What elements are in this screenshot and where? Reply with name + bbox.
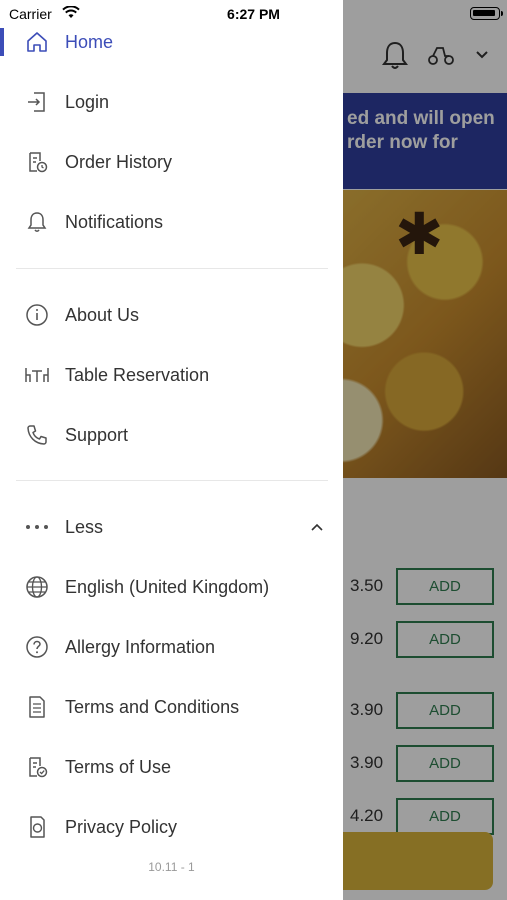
battery-icon <box>470 7 503 20</box>
terms-icon <box>24 754 50 780</box>
menu-item-label: Table Reservation <box>65 364 210 385</box>
status-bar: Carrier 6:27 PM <box>0 0 507 28</box>
clock: 6:27 PM <box>227 6 280 22</box>
divider <box>16 480 328 481</box>
menu-item-table-reservation[interactable]: Table Reservation <box>0 347 343 403</box>
menu-item-terms-of-use[interactable]: Terms of Use <box>0 739 343 795</box>
menu-item-order-history[interactable]: Order History <box>0 134 343 190</box>
document-icon <box>24 694 50 720</box>
menu-item-allergy-information[interactable]: Allergy Information <box>0 619 343 675</box>
active-indicator <box>0 28 4 56</box>
menu-item-notifications[interactable]: Notifications <box>0 194 343 250</box>
menu-item-label: About Us <box>65 304 140 325</box>
privacy-icon <box>24 814 50 840</box>
app-version: 10.11 - 1 <box>148 860 195 874</box>
menu-item-label: Order History <box>65 151 173 172</box>
globe-icon <box>24 574 50 600</box>
menu-item-login[interactable]: Login <box>0 74 343 130</box>
more-dots-icon <box>24 514 50 540</box>
menu-item-privacy-policy[interactable]: Privacy Policy <box>0 799 343 855</box>
menu-item-language[interactable]: English (United Kingdom) <box>0 559 343 615</box>
menu-item-less[interactable]: Less <box>0 499 343 555</box>
menu-item-label: Terms of Use <box>65 756 172 777</box>
menu-item-terms-and-conditions[interactable]: Terms and Conditions <box>0 679 343 735</box>
help-icon <box>24 634 50 660</box>
menu-item-label: Terms and Conditions <box>65 696 240 717</box>
home-icon <box>24 29 50 55</box>
chevron-up-icon[interactable] <box>310 523 324 532</box>
menu-item-about-us[interactable]: About Us <box>0 287 343 343</box>
order-history-icon <box>24 149 50 175</box>
menu-item-support[interactable]: Support <box>0 407 343 463</box>
menu-item-label: Less <box>65 516 104 537</box>
table-icon <box>24 362 50 388</box>
divider <box>16 268 328 269</box>
menu-item-label: English (United Kingdom) <box>65 576 270 597</box>
login-icon <box>24 89 50 115</box>
phone-icon <box>24 422 50 448</box>
menu-item-label: Home <box>65 31 114 52</box>
info-icon <box>24 302 50 328</box>
menu-item-label: Login <box>65 91 110 112</box>
navigation-drawer: Home Login Order History Notifications A… <box>0 0 343 900</box>
menu-item-label: Support <box>65 424 129 445</box>
bell-icon <box>24 209 50 235</box>
menu-item-label: Privacy Policy <box>65 816 178 837</box>
menu-item-label: Allergy Information <box>65 636 216 657</box>
menu-item-label: Notifications <box>65 211 164 232</box>
